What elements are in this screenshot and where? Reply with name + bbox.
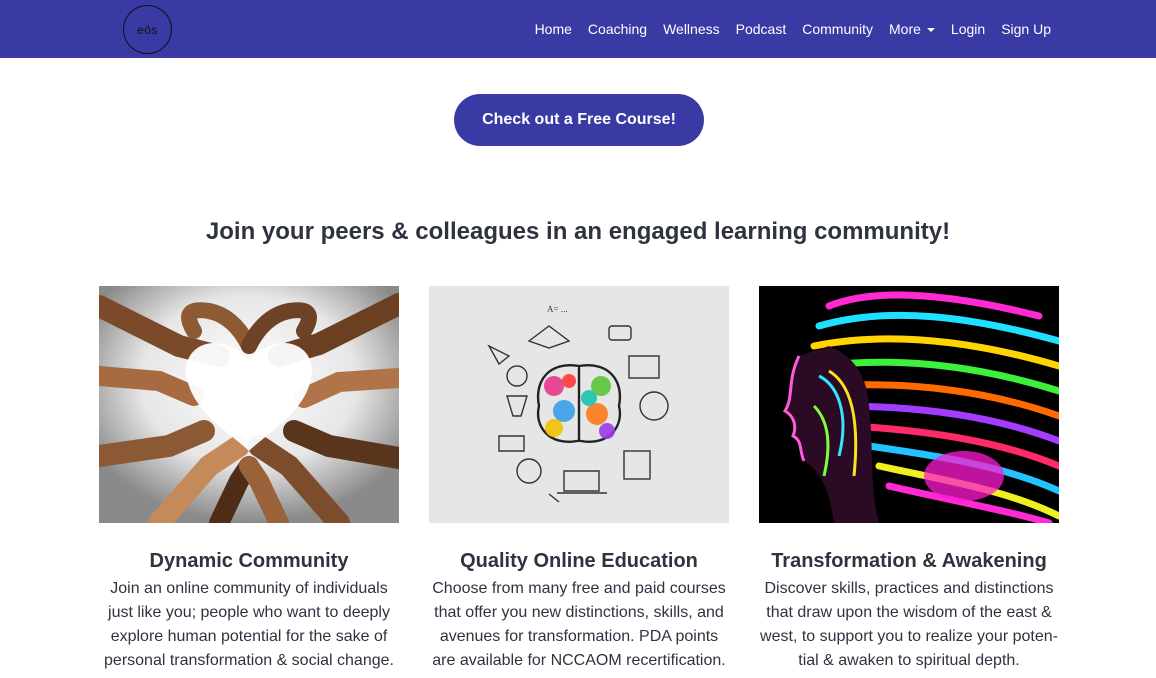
brain-doodle-image: A= ...: [429, 286, 729, 523]
card-dynamic-community: Dynamic Community Join an online communi…: [99, 286, 399, 673]
nav-signup[interactable]: Sign Up: [993, 21, 1059, 37]
description-line: personal transformation & social change.: [104, 652, 394, 669]
description-line: are available for NCCAOM recertification…: [432, 652, 726, 669]
nav-coaching[interactable]: Coaching: [580, 21, 655, 37]
nav-login[interactable]: Login: [943, 21, 993, 37]
nav-community[interactable]: Community: [794, 21, 881, 37]
nav-more-dropdown[interactable]: More: [881, 21, 943, 37]
description-line: Join an online community of individuals: [110, 580, 388, 597]
card-description: Choose from many free and paid courses t…: [419, 577, 739, 673]
card-title: Transformation & Awakening: [771, 550, 1047, 572]
description-line: avenues for transformation. PDA points: [439, 628, 719, 645]
card-title: Quality Online Education: [460, 550, 698, 572]
description-line: Choose from many free and paid courses: [432, 580, 726, 597]
free-course-button[interactable]: Check out a Free Course!: [454, 94, 704, 146]
nav-wellness[interactable]: Wellness: [655, 21, 728, 37]
rainbow-profile-image: [759, 286, 1059, 523]
top-navbar: eōs Home Coaching Wellness Podcast Commu…: [0, 0, 1156, 58]
brand-logo-text: eōs: [137, 22, 158, 37]
svg-text:A= ...: A= ...: [547, 304, 568, 314]
brand-logo[interactable]: eōs: [123, 5, 172, 54]
card-description: Join an online community of individuals …: [89, 577, 409, 673]
nav-podcast[interactable]: Podcast: [728, 21, 795, 37]
card-quality-education: A= ... Quality Online Education Choose f…: [429, 286, 729, 673]
nav-home[interactable]: Home: [527, 21, 580, 37]
description-line: that draw upon the wisdom of the east &: [766, 604, 1052, 621]
caret-down-icon: [926, 27, 935, 32]
description-line: tial & awaken to spiritual depth.: [798, 652, 1020, 669]
description-line: that offer you new distinctions, skills,…: [434, 604, 724, 621]
card-description: Discover skills, practices and distincti…: [749, 577, 1069, 673]
description-line: west, to support you to realize your pot…: [760, 628, 1058, 645]
nav-links: Home Coaching Wellness Podcast Community…: [527, 0, 1059, 58]
description-line: just like you; people who want to deeply: [108, 604, 390, 621]
description-line: Discover skills, practices and distincti…: [764, 580, 1054, 597]
card-title: Dynamic Community: [149, 550, 349, 572]
nav-more-label: More: [889, 21, 921, 37]
hands-heart-image: [99, 286, 399, 523]
card-transformation: Transformation & Awakening Discover skil…: [759, 286, 1059, 673]
description-line: explore human potential for the sake of: [110, 628, 388, 645]
section-heading: Join your peers & colleagues in an engag…: [205, 218, 951, 245]
